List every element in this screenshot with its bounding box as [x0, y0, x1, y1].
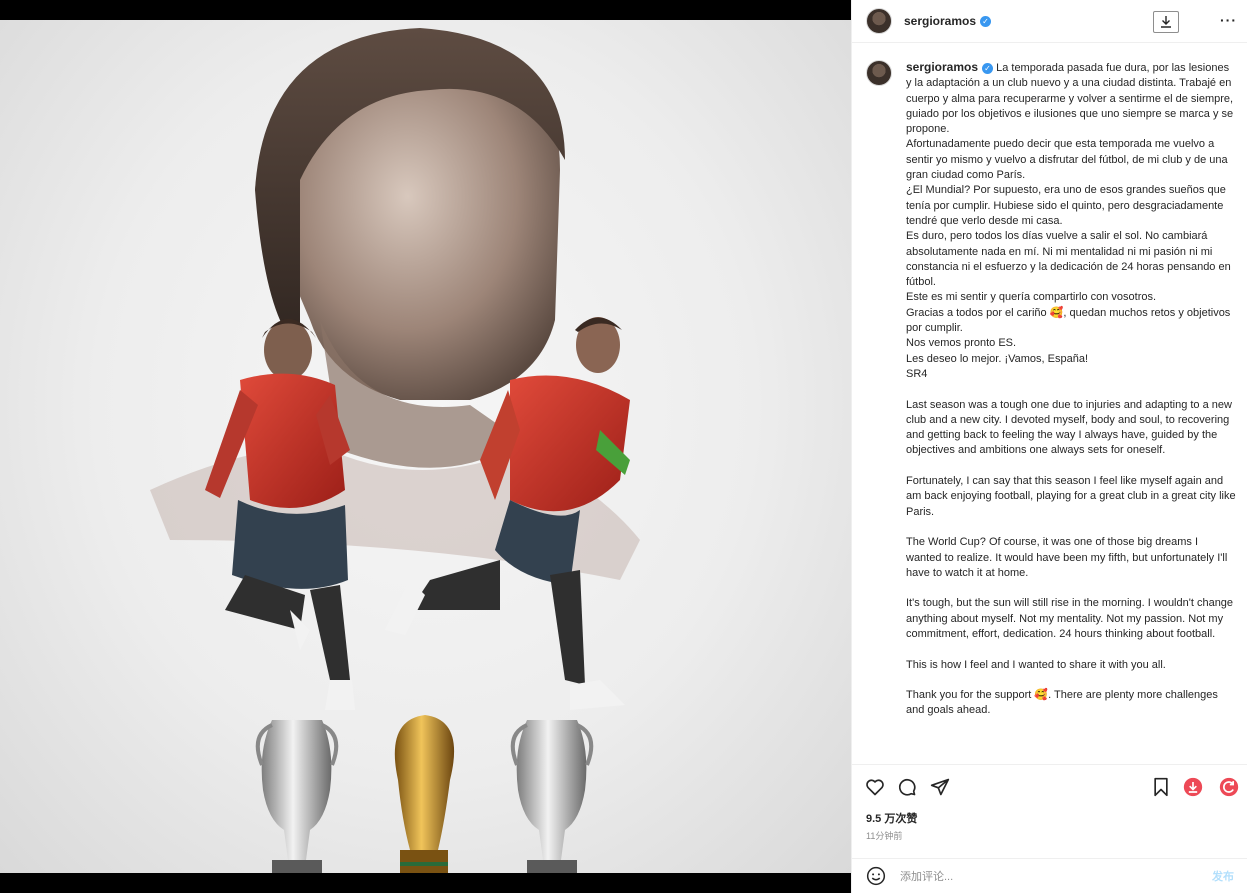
- action-bar: 9.5 万次赞 11分钟前: [852, 764, 1247, 858]
- heart-icon[interactable]: [865, 777, 885, 797]
- caption-area: sergioramos ✓ La temporada pasada fue dur…: [852, 44, 1247, 764]
- post-sidebar: sergioramos ✓ ··· sergioramos ✓ La tempor…: [851, 0, 1247, 893]
- euro-trophy-right: [510, 720, 594, 873]
- download-button[interactable]: [1153, 11, 1179, 33]
- emoji-icon[interactable]: [866, 866, 886, 886]
- comment-icon[interactable]: [897, 777, 917, 797]
- refresh-icon[interactable]: [1219, 777, 1239, 797]
- caption-avatar[interactable]: [866, 60, 892, 86]
- avatar[interactable]: [866, 8, 892, 34]
- download-icon: [1161, 16, 1171, 28]
- like-count[interactable]: 9.5 万次赞: [866, 810, 917, 826]
- more-icon[interactable]: ···: [1220, 12, 1237, 28]
- timestamp[interactable]: 11分钟前: [866, 829, 902, 842]
- caption-username[interactable]: sergioramos: [906, 60, 978, 74]
- post-header: sergioramos ✓ ···: [852, 0, 1247, 43]
- caption-text: La temporada pasada fue dura, por las le…: [906, 62, 1236, 717]
- comment-input[interactable]: 添加评论...: [900, 868, 1212, 884]
- username-link[interactable]: sergioramos: [904, 14, 976, 28]
- share-icon[interactable]: [930, 777, 950, 797]
- world-cup-trophy: [394, 715, 455, 873]
- euro-trophy-left: [255, 720, 339, 873]
- post-image[interactable]: [0, 20, 851, 873]
- post-comment-button[interactable]: 发布: [1212, 868, 1234, 884]
- caption-verified-badge-icon: ✓: [982, 63, 994, 74]
- comment-bar: 添加评论... 发布: [852, 858, 1247, 893]
- bookmark-icon[interactable]: [1151, 777, 1171, 797]
- post-image-artwork: [150, 28, 640, 873]
- media-pane: [0, 0, 851, 893]
- download-icon[interactable]: [1183, 777, 1203, 797]
- verified-badge-icon: ✓: [980, 15, 992, 27]
- caption: sergioramos ✓ La temporada pasada fue dur…: [906, 60, 1236, 719]
